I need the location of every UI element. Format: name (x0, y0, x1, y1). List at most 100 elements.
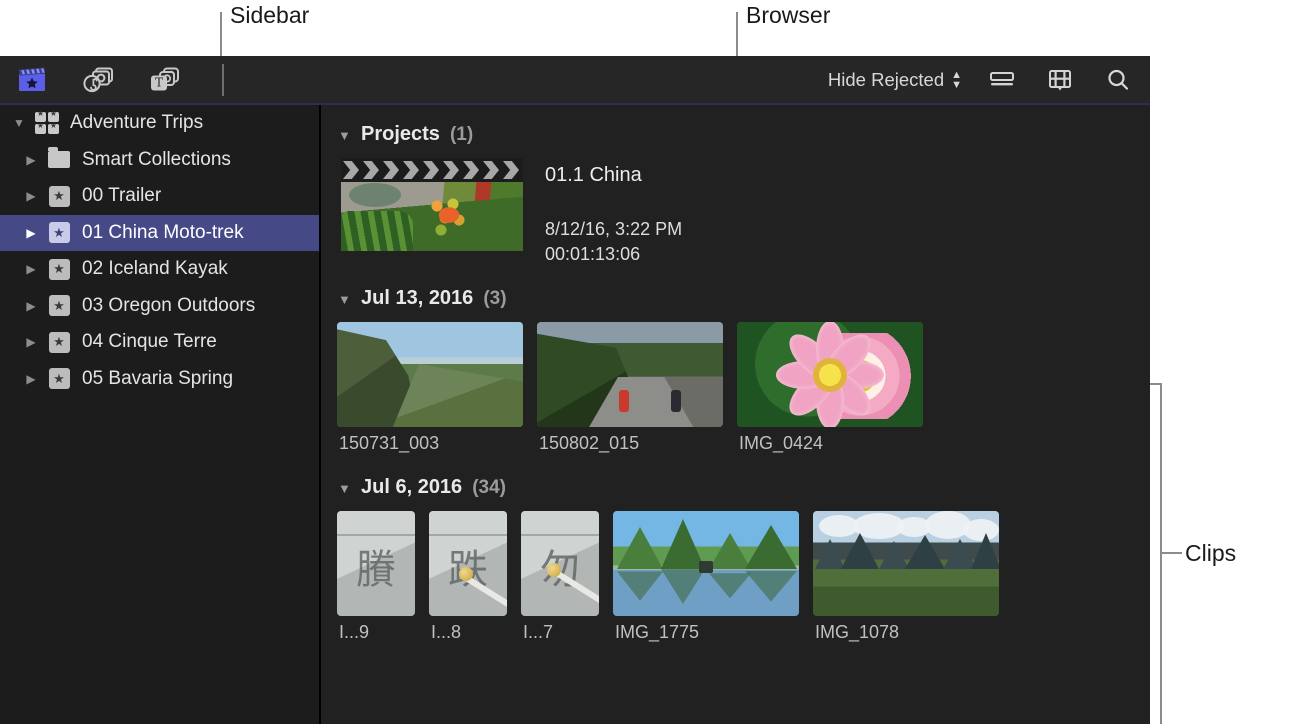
clip-thumbnail-image: 跌 (429, 511, 507, 616)
group-title: Jul 13, 2016 (361, 287, 473, 310)
clip-item[interactable]: IMG_0424 (737, 322, 923, 454)
disclosure-triangle-closed-icon[interactable]: ▶ (24, 335, 38, 349)
clip-item[interactable]: IMG_1775 (613, 511, 799, 643)
hide-rejected-label: Hide Rejected (828, 69, 944, 91)
group-title: Jul 6, 2016 (361, 476, 462, 499)
disclosure-triangle-closed-icon[interactable]: ▶ (24, 262, 38, 276)
clip-item[interactable]: IMG_1078 (813, 511, 999, 643)
hide-rejected-filter[interactable]: Hide Rejected ▲▼ (828, 69, 962, 91)
project-metadata: 01.1 China 8/12/16, 3:22 PM 00:01:13:06 (545, 158, 682, 265)
callout-bracket-clips-top (1148, 383, 1162, 385)
group-disclosure-triangle-icon[interactable]: ▼ (338, 481, 351, 496)
paint-roller-head (547, 563, 561, 577)
clip-thumbnail[interactable]: 勿 (521, 511, 599, 616)
clip-thumbnail[interactable] (537, 322, 723, 427)
clip-thumbnail[interactable] (337, 322, 523, 427)
clip-item[interactable]: 150802_015 (537, 322, 723, 454)
sidebar-item-03-oregon-outdoors[interactable]: ▶★03 Oregon Outdoors (0, 288, 319, 325)
sidebar-item-adventure-trips[interactable]: ▼Adventure Trips (0, 105, 319, 142)
sidebar-item-05-bavaria-spring[interactable]: ▶★05 Bavaria Spring (0, 361, 319, 398)
clip-label: IMG_1775 (613, 622, 799, 643)
lotus-center (813, 358, 847, 392)
clip-item[interactable]: 跌 I...8 (429, 511, 507, 643)
disclosure-triangle-closed-icon[interactable]: ▶ (24, 299, 38, 313)
project-name: 01.1 China (545, 164, 682, 187)
callout-bracket-clips-tick (1162, 552, 1182, 554)
clip-item[interactable]: 150731_003 (337, 322, 523, 454)
sidebar-item-01-china-moto-trek[interactable]: ▶ ★ 01 China Moto-trek (0, 215, 319, 252)
clip-row: 賸 I...9 跌 I...8 勿 I...7 IMG_1775 IMG_1078 (321, 511, 1150, 643)
boat-figure (699, 561, 713, 573)
karst-peak-reflection (745, 571, 797, 602)
callout-label-sidebar: Sidebar (230, 2, 309, 29)
karst-peak (745, 525, 797, 569)
sidebar-item-02-iceland-kayak[interactable]: ▶★02 Iceland Kayak (0, 251, 319, 288)
clip-item[interactable]: 賸 I...9 (337, 511, 415, 643)
star-event-icon: ★ (46, 185, 72, 207)
clip-thumbnail[interactable] (613, 511, 799, 616)
sidebar-item-label: 05 Bavaria Spring (82, 368, 233, 390)
project-date: 8/12/16, 3:22 PM (545, 219, 682, 240)
sidebar-item-label: 01 China Moto-trek (82, 222, 244, 244)
clip-label: I...7 (521, 622, 599, 643)
karst-peak-reflection (709, 573, 751, 598)
karst-peak-reflection (617, 571, 663, 600)
karst-peak (709, 533, 751, 569)
clip-thumbnail-image (613, 511, 799, 616)
photos-audio-icon[interactable] (80, 63, 116, 97)
clip-label: I...9 (337, 622, 415, 643)
titles-generators-icon[interactable]: T (146, 63, 182, 97)
clip-item[interactable]: 勿 I...7 (521, 511, 599, 643)
clip-thumbnail[interactable]: 跌 (429, 511, 507, 616)
disclosure-triangle-closed-icon[interactable]: ▶ (24, 153, 38, 167)
motorbike-shape (671, 390, 681, 412)
clip-thumbnail-image: 勿 (521, 511, 599, 616)
clip-thumbnail[interactable] (737, 322, 923, 427)
clip-thumbnail[interactable]: 賸 (337, 511, 415, 616)
disclosure-triangle-open-icon[interactable]: ▼ (12, 116, 26, 130)
star-event-icon: ★ (46, 295, 72, 317)
sidebar-item-00-trailer[interactable]: ▶★00 Trailer (0, 178, 319, 215)
filmstrip-chevrons (341, 158, 523, 182)
sidebar-item-04-cinque-terre[interactable]: ▶ ★ 04 Cinque Terre (0, 324, 319, 361)
project-duration: 00:01:13:06 (545, 244, 682, 265)
karst-peak (905, 535, 945, 569)
library-clapperboard-icon[interactable] (14, 63, 50, 97)
clip-thumbnail-image (813, 511, 999, 616)
clip-label: IMG_1078 (813, 622, 999, 643)
browser-group-header[interactable]: ▼ Jul 13, 2016 (3) (321, 287, 1150, 310)
filmstrip-view-icon[interactable] (1042, 63, 1078, 97)
project-item[interactable]: 01.1 China 8/12/16, 3:22 PM 00:01:13:06 (321, 158, 1150, 265)
disclosure-triangle-closed-icon[interactable]: ▶ (24, 372, 38, 386)
clip-row: 150731_003150802_015IMG_0424 (321, 322, 1150, 454)
group-disclosure-triangle-icon[interactable]: ▼ (338, 128, 351, 143)
clip-label: I...8 (429, 622, 507, 643)
star-event-icon: ★ (46, 331, 72, 353)
group-count: (3) (483, 288, 506, 310)
group-disclosure-triangle-icon[interactable]: ▼ (338, 292, 351, 307)
callout-label-clips: Clips (1185, 540, 1236, 567)
browser-group-header[interactable]: ▼Jul 6, 2016(34) (321, 476, 1150, 499)
disclosure-triangle-closed-icon[interactable]: ▶ (24, 189, 38, 203)
browser: ▼Projects(1) 01.1 China 8/12/16, 3:22 PM 00… (321, 105, 1150, 724)
toolbar: T Hide Rejected ▲▼ (0, 56, 1150, 104)
project-thumbnail-image (341, 182, 523, 251)
star-event-icon: ★ (46, 222, 72, 244)
toolbar-divider (222, 64, 224, 96)
chinese-character: 賸 (356, 537, 396, 595)
sidebar-item-smart-collections[interactable]: ▶ Smart Collections (0, 142, 319, 179)
sidebar-item-label: 02 Iceland Kayak (82, 258, 228, 280)
browser-group-header[interactable]: ▼Projects(1) (321, 123, 1150, 146)
paint-roller-head (459, 567, 473, 581)
sidebar-item-label: Smart Collections (82, 149, 231, 171)
project-thumbnail[interactable] (341, 158, 523, 251)
clip-thumbnail-image (337, 322, 523, 427)
clip-thumbnail[interactable] (813, 511, 999, 616)
list-view-icon[interactable] (984, 63, 1020, 97)
disclosure-triangle-closed-icon[interactable]: ▶ (24, 226, 38, 240)
sidebar-item-label: 04 Cinque Terre (82, 331, 217, 353)
karst-peak (617, 527, 663, 569)
search-icon[interactable] (1100, 63, 1136, 97)
folder-icon (46, 149, 72, 171)
motorbike-shape (619, 390, 629, 412)
